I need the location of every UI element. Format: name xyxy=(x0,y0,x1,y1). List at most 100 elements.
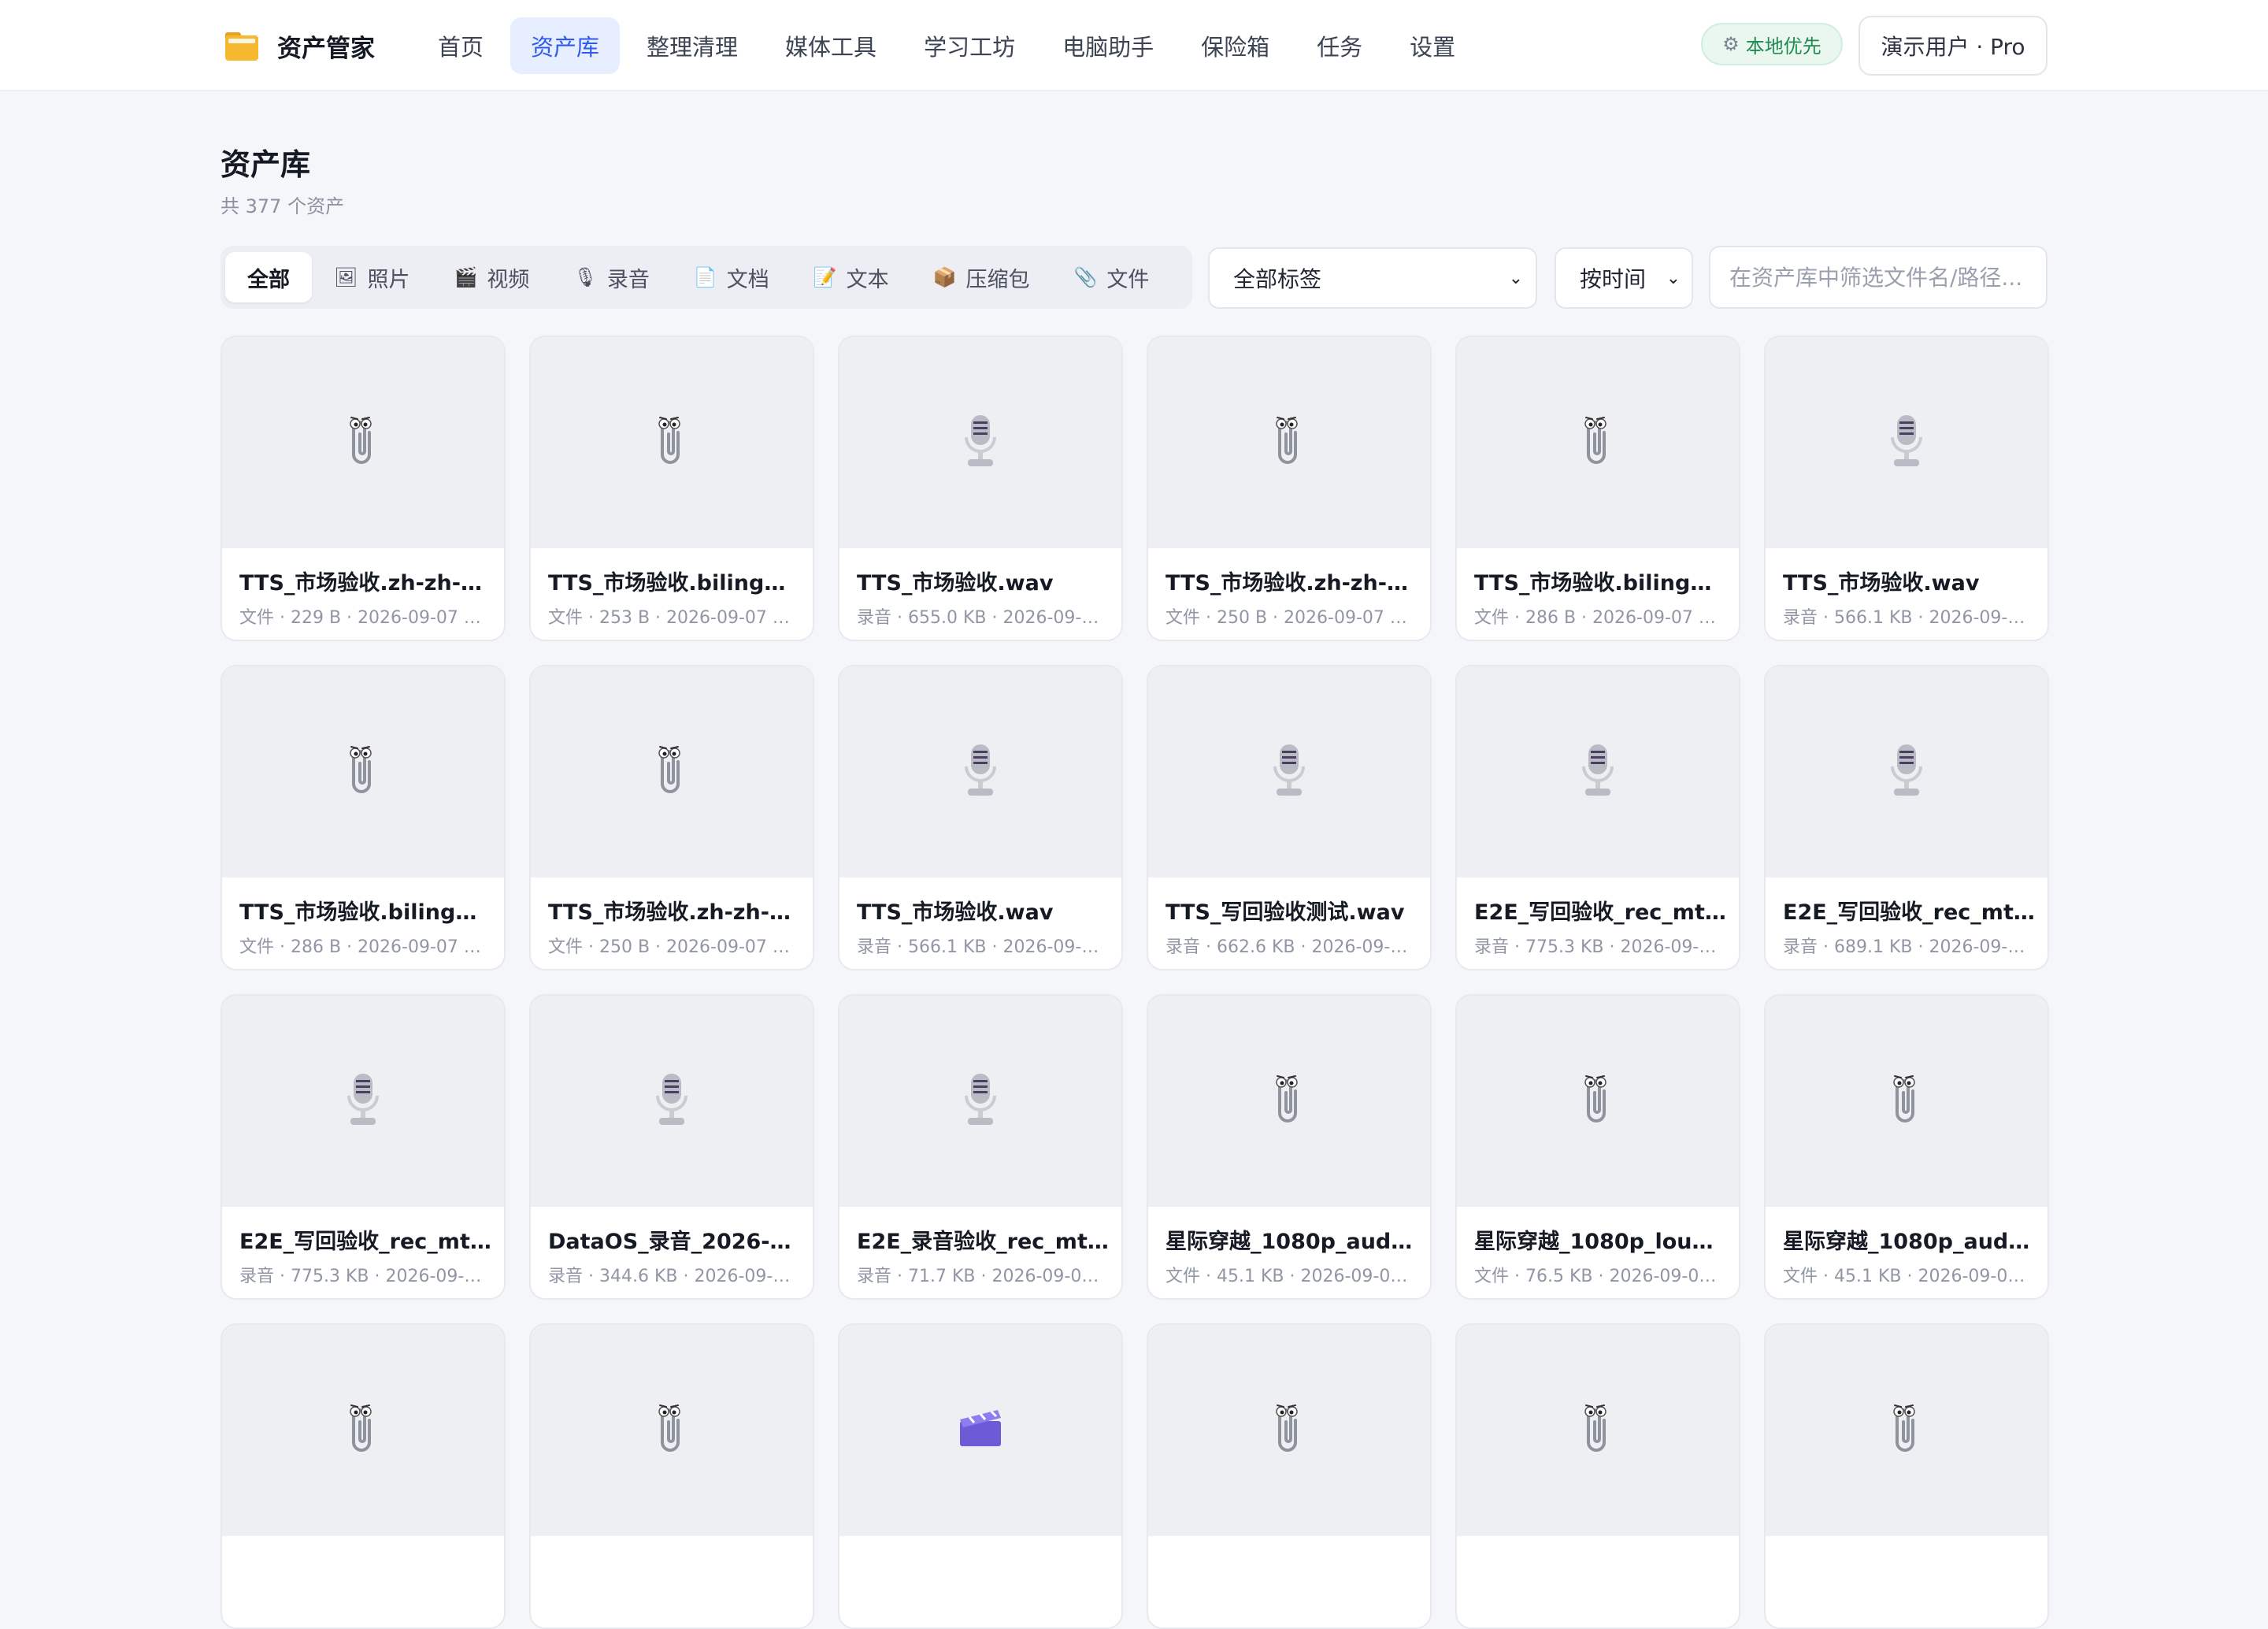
paperclip-icon xyxy=(1272,1401,1306,1460)
tag-select-value: 全部标签 xyxy=(1233,266,1322,292)
asset-thumbnail xyxy=(839,337,1121,548)
asset-card[interactable]: TTS_市场验收.bilingual... 文件 · 286 B · 2026-0… xyxy=(1455,336,1740,641)
nav-item-5[interactable]: 电脑助手 xyxy=(1042,17,1174,74)
filter-tab-label: 压缩包 xyxy=(965,267,1030,292)
nav-item-3[interactable]: 媒体工具 xyxy=(765,17,897,74)
asset-thumbnail xyxy=(839,666,1121,878)
nav-item-0[interactable]: 首页 xyxy=(417,17,504,74)
asset-meta: 文件 · 286 B · 2026-09-07 05... xyxy=(239,937,491,957)
asset-thumbnail xyxy=(531,666,813,878)
asset-thumbnail xyxy=(1766,996,2048,1207)
asset-thumbnail xyxy=(839,1325,1121,1536)
tag-select[interactable]: 全部标签 ⌄ xyxy=(1208,247,1537,309)
filter-tab-0[interactable]: 全部 xyxy=(225,252,312,302)
asset-thumbnail xyxy=(222,996,504,1207)
asset-meta: 录音 · 689.1 KB · 2026-09-07... xyxy=(1783,937,2035,957)
asset-meta: 文件 · 250 B · 2026-09-07 05... xyxy=(1166,608,1418,628)
asset-thumbnail xyxy=(1148,666,1430,878)
asset-name: TTS_市场验收.zh-zh-v1... xyxy=(239,571,491,596)
asset-thumbnail xyxy=(531,996,813,1207)
asset-meta: 文件 · 253 B · 2026-09-07 05... xyxy=(548,608,800,628)
asset-meta: 录音 · 655.0 KB · 2026-09-07... xyxy=(857,608,1109,628)
microphone-icon xyxy=(962,743,999,801)
asset-meta: 文件 · 250 B · 2026-09-07 05... xyxy=(548,937,800,957)
paperclip-icon xyxy=(1581,1072,1615,1130)
user-menu-button[interactable]: 演示用户 · Pro xyxy=(1858,16,2048,76)
asset-thumbnail xyxy=(1457,666,1739,878)
paperclip-icon xyxy=(346,743,380,801)
asset-card[interactable]: E2E_写回验收_rec_mtqr... 录音 · 689.1 KB · 2026… xyxy=(1764,665,2049,970)
asset-meta: 录音 · 775.3 KB · 2026-09-07... xyxy=(1474,937,1726,957)
filter-tab-label: 视频 xyxy=(487,267,530,292)
nav-item-6[interactable]: 保险箱 xyxy=(1180,17,1290,74)
asset-card[interactable] xyxy=(1764,1323,2049,1629)
nav-item-4[interactable]: 学习工坊 xyxy=(903,17,1036,74)
asset-card[interactable] xyxy=(529,1323,814,1629)
asset-meta: 文件 · 45.1 KB · 2026-09-06 ... xyxy=(1166,1267,1418,1286)
asset-thumbnail xyxy=(1457,1325,1739,1536)
asset-name: E2E_录音验收_rec_mtq... xyxy=(857,1230,1109,1254)
microphone-icon xyxy=(1888,414,1925,472)
filter-tab-2[interactable]: 🎬 视频 xyxy=(432,252,551,302)
filter-tab-6[interactable]: 📦 压缩包 xyxy=(911,252,1052,302)
microphone-icon xyxy=(344,1072,382,1130)
paperclip-icon xyxy=(1889,1401,1924,1460)
paperclip-icon xyxy=(654,743,689,801)
asset-card[interactable]: E2E_写回验收_rec_mtqr... 录音 · 775.3 KB · 2026… xyxy=(1455,665,1740,970)
asset-name: TTS_市场验收.bilingual... xyxy=(548,571,800,596)
asset-card[interactable]: DataOS_录音_2026-09... 录音 · 344.6 KB · 2026… xyxy=(529,994,814,1300)
asset-card[interactable]: E2E_写回验收_rec_mtq... 录音 · 775.3 KB · 2026-… xyxy=(220,994,506,1300)
asset-card[interactable] xyxy=(220,1323,506,1629)
filter-tab-7[interactable]: 📎 文件 xyxy=(1052,252,1172,302)
filter-tab-3[interactable]: 🎙 录音 xyxy=(551,252,671,302)
asset-card[interactable]: 星际穿越_1080p_audio... 文件 · 45.1 KB · 2026-0… xyxy=(1764,994,2049,1300)
nav-item-2[interactable]: 整理清理 xyxy=(626,17,758,74)
asset-card[interactable]: TTS_市场验收.wav 录音 · 655.0 KB · 2026-09-07..… xyxy=(838,336,1123,641)
asset-card[interactable]: TTS_市场验收.wav 录音 · 566.1 KB · 2026-09-07..… xyxy=(1764,336,2049,641)
asset-name: E2E_写回验收_rec_mtqr... xyxy=(1783,900,2035,925)
filter-tab-label: 全部 xyxy=(247,267,290,292)
microphone-icon xyxy=(962,1072,999,1130)
type-filter-tabs: 全部 🖼 照片 🎬 视频 🎙 录音 📄 文档 📝 文本 📦 压缩包 📎 文件 xyxy=(220,246,1192,309)
microphone-icon xyxy=(962,414,999,472)
filter-tab-1[interactable]: 🖼 照片 xyxy=(312,252,432,302)
asset-thumbnail xyxy=(1766,666,2048,878)
asset-card[interactable]: TTS_市场验收.zh-zh-v1... 文件 · 250 B · 2026-09… xyxy=(529,665,814,970)
asset-thumbnail xyxy=(531,1325,813,1536)
filter-tab-5[interactable]: 📝 文本 xyxy=(791,252,911,302)
asset-card[interactable]: TTS_市场验收.zh-zh-v1... 文件 · 250 B · 2026-09… xyxy=(1147,336,1432,641)
asset-card[interactable] xyxy=(1455,1323,1740,1629)
paperclip-icon: 📎 xyxy=(1073,266,1098,288)
filter-tab-4[interactable]: 📄 文档 xyxy=(672,252,791,302)
asset-card[interactable]: TTS_写回验收测试.wav 录音 · 662.6 KB · 2026-09-07… xyxy=(1147,665,1432,970)
nav-item-1[interactable]: 资产库 xyxy=(510,17,621,74)
asset-card[interactable]: E2E_录音验收_rec_mtq... 录音 · 71.7 KB · 2026-0… xyxy=(838,994,1123,1300)
local-first-badge[interactable]: ⚙ 本地优先 xyxy=(1701,23,1843,65)
nav-item-7[interactable]: 任务 xyxy=(1296,17,1383,74)
asset-card[interactable] xyxy=(838,1323,1123,1629)
search-input[interactable] xyxy=(1709,246,2048,309)
filter-tab-label: 文档 xyxy=(726,267,769,292)
asset-thumbnail xyxy=(1148,337,1430,548)
asset-card[interactable]: TTS_市场验收.bilingual... 文件 · 286 B · 2026-0… xyxy=(220,665,506,970)
asset-card[interactable]: TTS_市场验收.wav 录音 · 566.1 KB · 2026-09-07..… xyxy=(838,665,1123,970)
microphone-icon: 🎙 xyxy=(573,266,598,288)
asset-card[interactable]: 星际穿越_1080p_audio... 文件 · 45.1 KB · 2026-0… xyxy=(1147,994,1432,1300)
asset-thumbnail xyxy=(1148,996,1430,1207)
asset-thumbnail xyxy=(1457,996,1739,1207)
asset-meta: 录音 · 566.1 KB · 2026-09-07... xyxy=(857,937,1109,957)
asset-card[interactable]: 星际穿越_1080p_loudn... 文件 · 76.5 KB · 2026-0… xyxy=(1455,994,1740,1300)
asset-card[interactable]: TTS_市场验收.bilingual... 文件 · 253 B · 2026-0… xyxy=(529,336,814,641)
brand[interactable]: 资产管家 xyxy=(222,25,375,66)
page-title: 资产库 xyxy=(220,147,311,182)
asset-name: TTS_写回验收测试.wav xyxy=(1166,900,1405,925)
sort-select-value: 按时间 xyxy=(1580,266,1647,292)
asset-card[interactable] xyxy=(1147,1323,1432,1629)
paperclip-icon xyxy=(654,414,689,472)
nav-item-8[interactable]: 设置 xyxy=(1389,17,1476,74)
asset-name: TTS_市场验收.bilingual... xyxy=(1474,571,1726,596)
app-name: 资产管家 xyxy=(277,34,375,63)
sort-select[interactable]: 按时间 ⌄ xyxy=(1555,247,1693,309)
asset-card[interactable]: TTS_市场验收.zh-zh-v1... 文件 · 229 B · 2026-09… xyxy=(220,336,506,641)
asset-name: E2E_写回验收_rec_mtqr... xyxy=(1474,900,1726,925)
